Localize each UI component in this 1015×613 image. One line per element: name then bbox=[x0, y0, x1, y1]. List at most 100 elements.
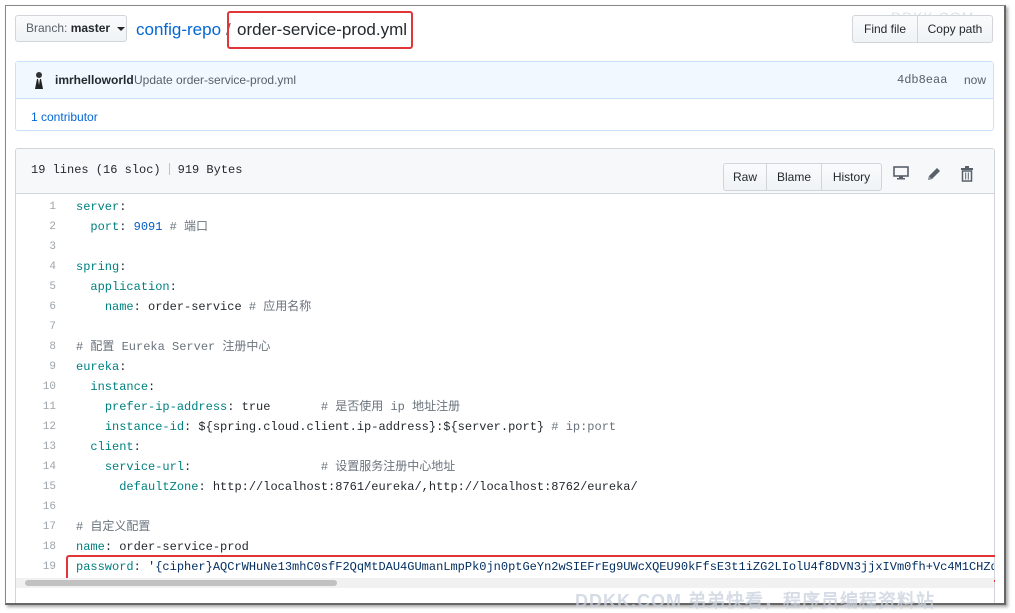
code-token: 9091 bbox=[133, 220, 163, 234]
commit-author-link[interactable]: imrhelloworld bbox=[55, 73, 134, 87]
code-line: 6 name: order-service # 应用名称 bbox=[16, 297, 994, 317]
code-token: # 是否使用 ip 地址注册 bbox=[320, 400, 461, 414]
code-line: 9 eureka: bbox=[16, 357, 994, 377]
desktop-icon[interactable] bbox=[893, 166, 909, 180]
line-number[interactable]: 14 bbox=[16, 457, 56, 477]
line-content: port: 9091 # 端口 bbox=[76, 217, 208, 237]
line-content: name: order-service # 应用名称 bbox=[76, 297, 311, 317]
scrollbar-thumb[interactable] bbox=[25, 580, 337, 586]
line-number[interactable]: 8 bbox=[16, 337, 56, 357]
code-line: 18 name: order-service-prod bbox=[16, 537, 994, 557]
line-number[interactable]: 4 bbox=[16, 257, 56, 277]
branch-value: master bbox=[70, 21, 111, 35]
pencil-icon[interactable] bbox=[926, 166, 942, 182]
code-token: : ${spring.cloud.client.ip-address}:${se… bbox=[184, 420, 545, 434]
line-number[interactable]: 15 bbox=[16, 477, 56, 497]
code-line: 14 service-url: # 设置服务注册中心地址 bbox=[16, 457, 994, 477]
code-token: : bbox=[169, 280, 177, 294]
code-token: : http://localhost:8761/eureka/,http://l… bbox=[198, 480, 638, 494]
line-content: name: order-service-prod bbox=[76, 537, 249, 557]
file-info: 19 lines (16 sloc) 919 Bytes bbox=[31, 163, 242, 177]
code-token: : order-service bbox=[133, 300, 242, 314]
line-number[interactable]: 18 bbox=[16, 537, 56, 557]
code-line: 11 prefer-ip-address: true # 是否使用 ip 地址注… bbox=[16, 397, 994, 417]
code-token: application bbox=[90, 280, 170, 294]
caret-down-icon bbox=[117, 26, 126, 31]
line-number[interactable]: 16 bbox=[16, 497, 56, 517]
file-lines-info: 19 lines (16 sloc) bbox=[31, 163, 161, 177]
line-content: instance: bbox=[76, 377, 155, 397]
copy-path-button[interactable]: Copy path bbox=[917, 15, 993, 43]
breadcrumb-repo-link[interactable]: config-repo bbox=[136, 18, 221, 42]
trash-icon[interactable] bbox=[960, 166, 974, 182]
code-line: 4 spring: bbox=[16, 257, 994, 277]
blame-button[interactable]: Blame bbox=[766, 163, 822, 191]
line-content: # 自定义配置 bbox=[76, 517, 150, 537]
code-token: prefer-ip-address bbox=[104, 400, 228, 414]
code-token: server bbox=[76, 200, 120, 214]
line-content: server: bbox=[76, 197, 126, 217]
line-number[interactable]: 19 bbox=[16, 557, 56, 577]
line-number[interactable]: 3 bbox=[16, 237, 56, 257]
line-number[interactable]: 11 bbox=[16, 397, 56, 417]
line-number[interactable]: 7 bbox=[16, 317, 56, 337]
file-info-divider bbox=[168, 163, 170, 175]
code-token: : bbox=[119, 220, 134, 234]
file-size: 919 Bytes bbox=[177, 163, 243, 177]
branch-select-button[interactable]: Branch: master bbox=[15, 15, 127, 42]
line-number[interactable]: 5 bbox=[16, 277, 56, 297]
code-line: 15 defaultZone: http://localhost:8761/eu… bbox=[16, 477, 994, 497]
line-number[interactable]: 1 bbox=[16, 197, 56, 217]
code-line: 10 instance: bbox=[16, 377, 994, 397]
code-token: client bbox=[90, 440, 134, 454]
commit-box: imrhelloworld Update order-service-prod.… bbox=[15, 61, 994, 131]
commit-sha-link[interactable]: 4db8eaa bbox=[897, 73, 947, 87]
code-token: # 设置服务注册中心地址 bbox=[320, 460, 456, 474]
line-number[interactable]: 2 bbox=[16, 217, 56, 237]
code-token: : bbox=[119, 200, 127, 214]
line-content: prefer-ip-address: true # 是否使用 ip 地址注册 bbox=[76, 397, 460, 417]
line-content: eureka: bbox=[76, 357, 126, 377]
file-box: 19 lines (16 sloc) 919 Bytes Raw Blame Hi… bbox=[15, 148, 995, 603]
line-number[interactable]: 13 bbox=[16, 437, 56, 457]
code-token: instance-id bbox=[104, 420, 185, 434]
line-number[interactable]: 6 bbox=[16, 297, 56, 317]
watermark-bottom: DDKK.COM 弟弟快看，程序员编程资料站 bbox=[575, 591, 935, 611]
avatar[interactable] bbox=[32, 71, 46, 89]
file-header: 19 lines (16 sloc) 919 Bytes Raw Blame Hi… bbox=[16, 149, 994, 194]
raw-button[interactable]: Raw bbox=[723, 163, 767, 191]
line-number[interactable]: 12 bbox=[16, 417, 56, 437]
line-content: # 配置 Eureka Server 注册中心 bbox=[76, 337, 270, 357]
browser-frame: Branch: master config-repo / order-servi… bbox=[5, 5, 1006, 605]
code-line: 8 # 配置 Eureka Server 注册中心 bbox=[16, 337, 994, 357]
commit-message-link[interactable]: Update order-service-prod.yml bbox=[134, 73, 296, 87]
code-line: 12 instance-id: ${spring.cloud.client.ip… bbox=[16, 417, 994, 437]
line-number[interactable]: 10 bbox=[16, 377, 56, 397]
code-token: spring bbox=[76, 260, 120, 274]
code-line: 17 # 自定义配置 bbox=[16, 517, 994, 537]
line-content: application: bbox=[76, 277, 177, 297]
code-view: 1 server: 2 port: 9091 # 端口 3 4 spring: 5 appl… bbox=[16, 197, 994, 577]
line-number[interactable]: 17 bbox=[16, 517, 56, 537]
line-content: service-url: # 设置服务注册中心地址 bbox=[76, 457, 455, 477]
file-name-highlight-box bbox=[227, 11, 413, 49]
line-content: spring: bbox=[76, 257, 126, 277]
find-file-button[interactable]: Find file bbox=[852, 15, 918, 43]
code-token: name bbox=[104, 300, 134, 314]
code-token: instance bbox=[90, 380, 149, 394]
code-token: : order-service-prod bbox=[104, 540, 249, 554]
code-line: 1 server: bbox=[16, 197, 994, 217]
code-token: : true bbox=[227, 400, 321, 414]
contributors-link[interactable]: 1 contributor bbox=[31, 110, 98, 124]
code-line: 3 bbox=[16, 237, 994, 257]
branch-label: Branch: bbox=[26, 21, 68, 35]
history-button[interactable]: History bbox=[821, 163, 882, 191]
line-number[interactable]: 9 bbox=[16, 357, 56, 377]
